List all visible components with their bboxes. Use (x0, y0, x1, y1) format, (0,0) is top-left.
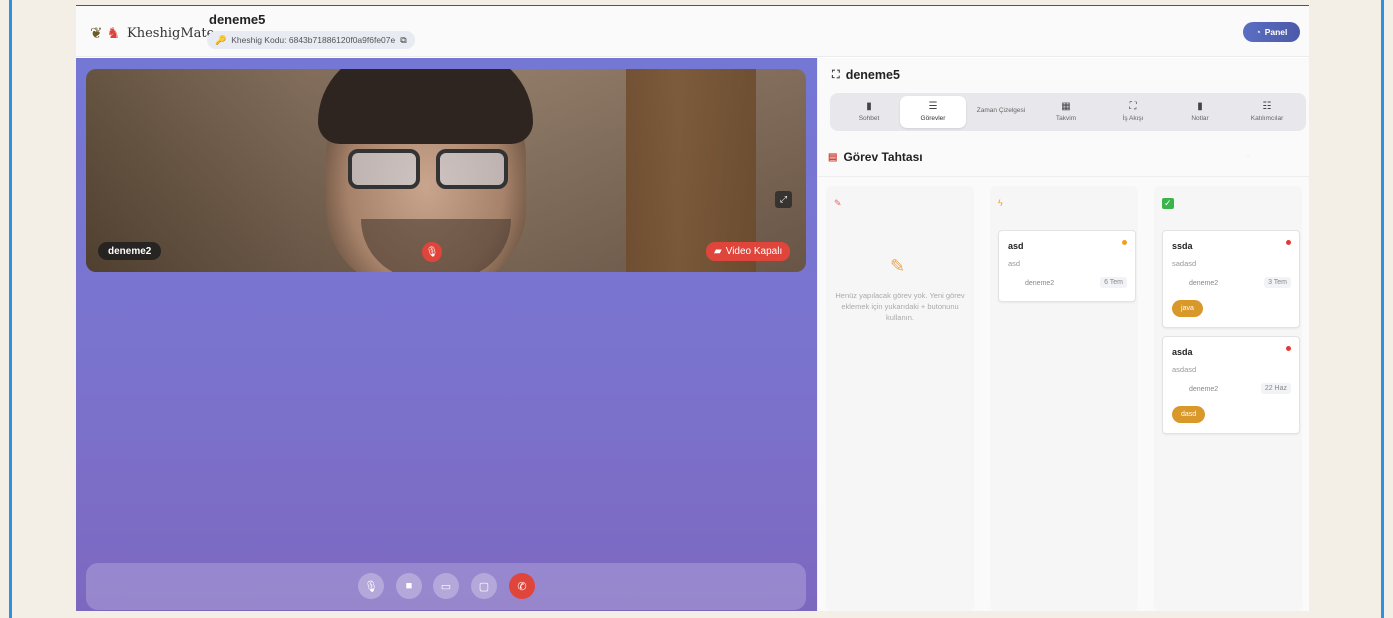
tab-label: Görevler (920, 115, 946, 122)
video-area: ⤢ deneme2 🎙 ▰ Video Kapalı 🎙 ■ ▭ ▢ ✆ (76, 58, 817, 611)
side-panel: ⛶ deneme5 ▮ Sohbet ☰ Görevler Zaman Çize… (817, 58, 1309, 611)
add-task-button[interactable]: + (1246, 154, 1250, 161)
camera-icon: ■ (405, 580, 413, 592)
done-column: ✓ ssda sadasd deneme2 3 Tem java asda as… (1154, 186, 1302, 611)
task-card[interactable]: asda asdasd deneme2 22 Haz dasd (1162, 336, 1300, 434)
users-icon: ☷ (1262, 101, 1272, 112)
doing-column: ϟ asd asd deneme2 6 Tem (990, 186, 1138, 611)
tab-katilimcilar[interactable]: ☷ Katılımcılar (1234, 96, 1300, 128)
task-assignee: deneme2 (1189, 280, 1219, 287)
tab-label: Katılımcılar (1250, 115, 1284, 122)
tab-bar: ▮ Sohbet ☰ Görevler Zaman Çizelgesi ▦ Ta… (830, 93, 1306, 131)
task-title: asda (1172, 347, 1193, 357)
task-assignee: deneme2 (1189, 386, 1219, 393)
call-controls: 🎙 ■ ▭ ▢ ✆ (86, 563, 806, 610)
task-date: 3 Tem (1264, 277, 1291, 288)
participant-glasses-left (348, 149, 420, 189)
task-tag[interactable]: dasd (1172, 406, 1206, 423)
tab-takvim[interactable]: ▦ Takvim (1033, 96, 1099, 128)
brand-flame-icon: ♞ (106, 25, 121, 42)
todo-column: ✎ ✎ Henüz yapılacak görev yok. Yeni göre… (826, 186, 974, 611)
workflow-icon: ⛶ (1129, 101, 1137, 112)
empty-note-icon: ✎ (890, 256, 906, 276)
task-title: asd (1008, 241, 1024, 251)
empty-state-text: Henüz yapılacak görev yok. Yeni görev ek… (835, 291, 965, 322)
panel-button[interactable]: ◔ Panel (1243, 22, 1300, 42)
notes-icon: ▮ (1197, 101, 1203, 112)
priority-dot (1122, 240, 1127, 245)
video-tile: ⤢ deneme2 🎙 ▰ Video Kapalı (86, 69, 806, 272)
app-window: ❦ ♞ KheshigMate deneme5 🔑 Kheshig Kodu: … (76, 5, 1309, 611)
chat-icon: ▮ (866, 101, 872, 112)
priority-dot (1286, 346, 1291, 351)
doing-column-header: ϟ (998, 198, 1003, 208)
task-tag[interactable]: java (1172, 300, 1203, 317)
brand-icon: ❦ (90, 25, 103, 42)
task-description: asdasd (1172, 365, 1197, 374)
participant-hair (318, 69, 533, 144)
board-title-text: Görev Tahtası (843, 150, 923, 164)
room-code: Kheshig Kodu: 6843b71886120f0a9f6fe07e (231, 35, 396, 45)
tab-zaman-cizelgesi[interactable]: Zaman Çizelgesi (968, 96, 1034, 128)
tab-label: Notlar (1191, 115, 1209, 122)
screen-share-button[interactable]: ▭ (433, 573, 459, 599)
tab-notlar[interactable]: ▮ Notlar (1167, 96, 1233, 128)
task-assignee: deneme2 (1025, 280, 1055, 287)
brand-logo[interactable]: ❦ ♞ KheshigMate (90, 24, 214, 42)
whiteboard-button[interactable]: ▢ (471, 573, 497, 599)
clipboard-icon: ▤ (828, 151, 838, 163)
brand-name: KheshigMate (127, 25, 215, 41)
tab-sohbet[interactable]: ▮ Sohbet (836, 96, 902, 128)
key-icon: 🔑 (215, 34, 227, 45)
task-description: sadasd (1172, 259, 1197, 268)
muted-mic-icon: 🎙 (422, 242, 442, 262)
calendar-icon: ▦ (1061, 101, 1071, 112)
check-icon: ✓ (1162, 198, 1174, 209)
participant-name-tag: deneme2 (98, 242, 162, 260)
tab-label: Zaman Çizelgesi (976, 107, 1026, 114)
tab-label: Takvim (1055, 115, 1077, 122)
priority-dot (1286, 240, 1291, 245)
expand-icon[interactable]: ⤢ (775, 191, 792, 208)
task-card[interactable]: asd asd deneme2 6 Tem (998, 230, 1136, 302)
tab-is-akisi[interactable]: ⛶ İş Akışı (1100, 96, 1166, 128)
board-title: ▤ Görev Tahtası (828, 150, 923, 164)
top-bar: ❦ ♞ KheshigMate deneme5 🔑 Kheshig Kodu: … (76, 6, 1309, 57)
todo-icon: ✎ (834, 198, 842, 208)
task-date: 6 Tem (1100, 277, 1127, 288)
video-off-label: Video Kapalı (725, 246, 783, 257)
microphone-button[interactable]: 🎙 (358, 573, 384, 599)
task-title: ssda (1172, 241, 1193, 251)
done-column-header: ✓ (1162, 198, 1174, 209)
video-off-icon: ▰ (714, 246, 722, 257)
task-card[interactable]: ssda sadasd deneme2 3 Tem java (1162, 230, 1300, 328)
microphone-icon: 🎙 (364, 580, 378, 593)
workflow-icon: ⛶ (832, 68, 840, 81)
participant-glasses-right (436, 149, 508, 189)
phone-off-icon: ✆ (517, 580, 527, 593)
tab-label: İş Akışı (1122, 115, 1144, 122)
leave-call-button[interactable]: ✆ (509, 573, 535, 599)
whiteboard-icon: ▢ (478, 580, 490, 593)
room-code-pill: 🔑 Kheshig Kodu: 6843b71886120f0a9f6fe07e… (207, 31, 415, 49)
bolt-icon: ϟ (998, 198, 1003, 208)
side-panel-title-text: deneme5 (845, 68, 900, 82)
dashboard-icon: ◔ (1255, 27, 1261, 37)
room-title: deneme5 (209, 12, 266, 27)
task-description: asd (1008, 259, 1021, 268)
copy-icon[interactable]: ⧉ (400, 35, 406, 46)
window-border-right (1381, 0, 1384, 618)
video-off-badge: ▰ Video Kapalı (706, 242, 791, 261)
monitor-icon: ▭ (440, 580, 452, 593)
task-date: 22 Haz (1260, 383, 1291, 394)
divider (818, 176, 1309, 177)
tab-label: Sohbet (858, 115, 880, 122)
todo-column-header: ✎ (834, 198, 842, 209)
camera-button[interactable]: ■ (396, 573, 422, 599)
window-border-left (9, 0, 12, 618)
tab-gorevler[interactable]: ☰ Görevler (900, 96, 966, 128)
side-panel-title: ⛶ deneme5 (832, 68, 900, 82)
panel-button-label: Panel (1264, 27, 1288, 37)
tasks-icon: ☰ (928, 101, 938, 112)
